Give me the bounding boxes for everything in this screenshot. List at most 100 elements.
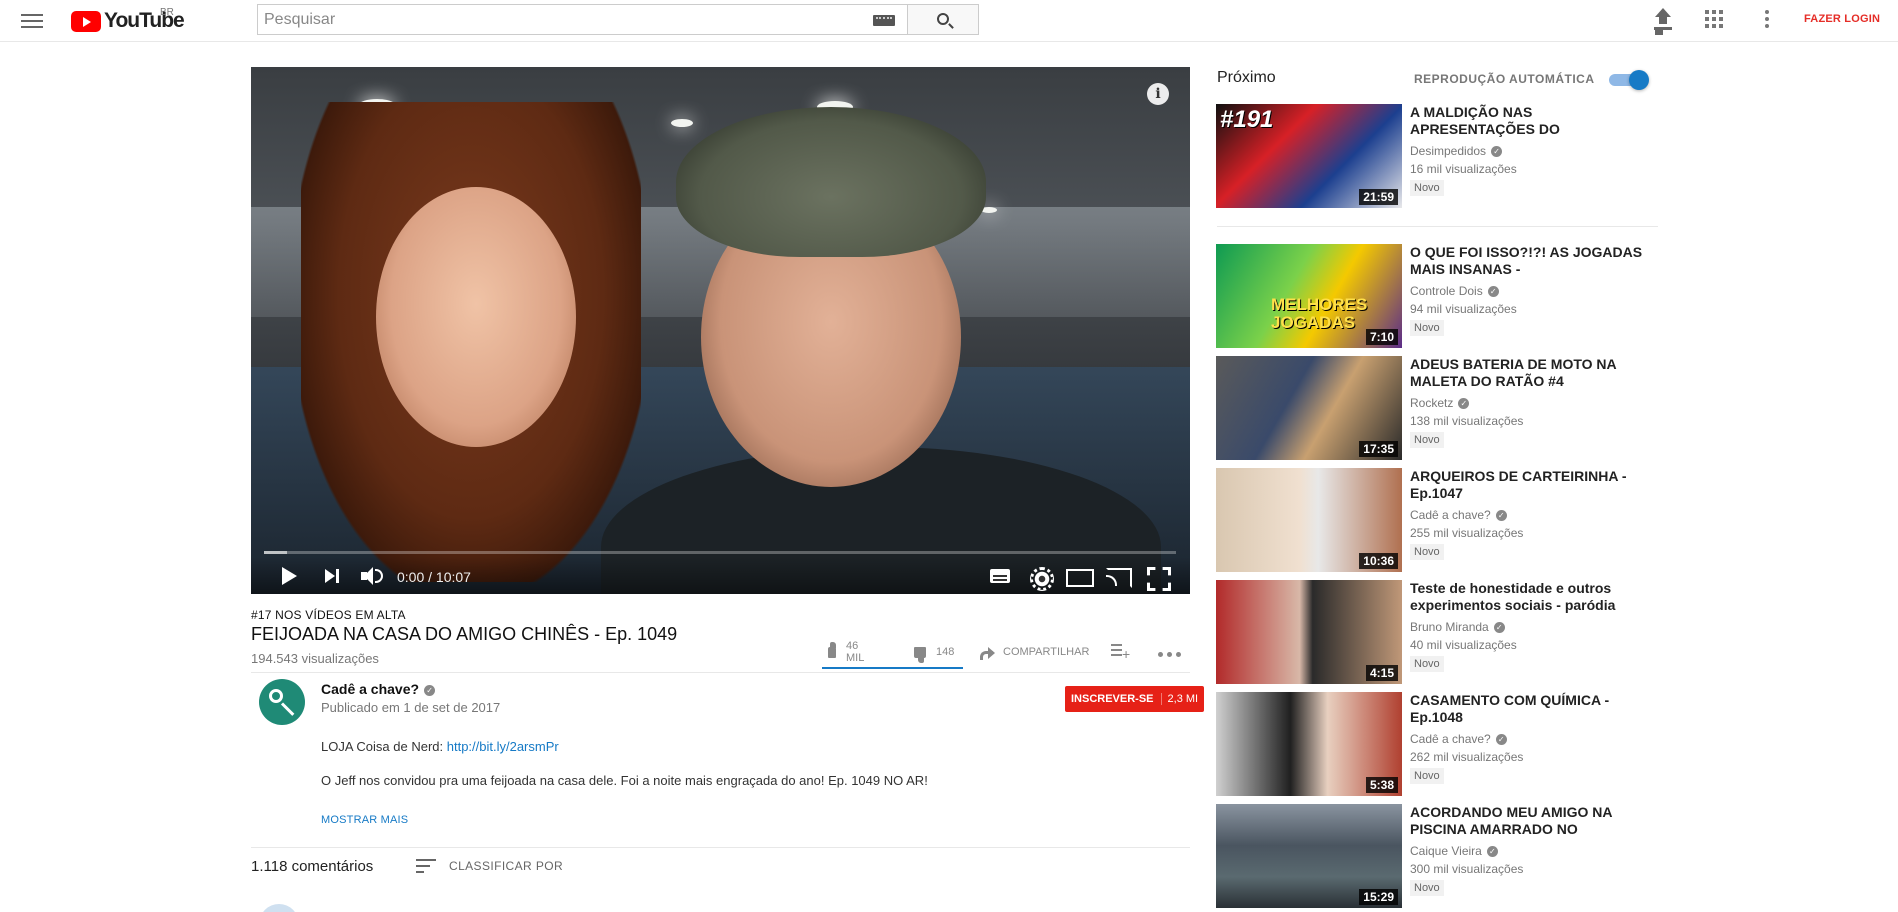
comment-avatar[interactable] — [259, 904, 299, 912]
description-text: O Jeff nos convidou pra uma feijoada na … — [321, 773, 928, 788]
share-icon — [980, 646, 995, 660]
view-count: 94 mil visualizações — [1410, 302, 1517, 316]
video-thumbnail[interactable]: 17:35 — [1216, 356, 1402, 460]
channel-avatar[interactable] — [259, 679, 305, 725]
recommended-video[interactable]: 15:29 ACORDANDO MEU AMIGO NA PISCINA AMA… — [1216, 804, 1666, 908]
video-title[interactable]: CASAMENTO COM QUÍMICA - Ep.1048 — [1410, 692, 1650, 726]
video-frame — [251, 67, 1190, 594]
autoplay-toggle[interactable] — [1609, 70, 1649, 90]
video-duration: 21:59 — [1359, 189, 1398, 205]
cast-icon[interactable] — [1106, 565, 1132, 588]
next-icon[interactable] — [325, 565, 341, 587]
video-duration: 7:10 — [1365, 329, 1398, 345]
view-count: 262 mil visualizações — [1410, 750, 1524, 764]
new-badge: Novo — [1410, 880, 1444, 896]
logo-country-code: BR — [160, 7, 174, 18]
login-button[interactable]: FAZER LOGIN — [1804, 13, 1880, 25]
share-label: COMPARTILHAR — [1003, 646, 1090, 658]
video-title[interactable]: ACORDANDO MEU AMIGO NA PISCINA AMARRADO … — [1410, 804, 1650, 838]
video-thumbnail[interactable]: 4:15 — [1216, 580, 1402, 684]
video-player[interactable]: i 0:00 / 10:07 — [251, 67, 1190, 594]
view-count: 40 mil visualizações — [1410, 638, 1517, 652]
new-badge: Novo — [1410, 544, 1444, 560]
recommended-video[interactable]: #191 21:59 A MALDIÇÃO NAS APRESENTAÇÕES … — [1216, 104, 1666, 208]
thumbs-down-icon — [914, 646, 926, 658]
apps-grid-icon[interactable] — [1705, 10, 1723, 28]
masthead: YouTube BR FAZER LOGIN — [0, 0, 1898, 42]
show-more-button[interactable]: MOSTRAR MAIS — [321, 814, 408, 826]
video-thumbnail[interactable]: 5:38 — [1216, 692, 1402, 796]
publish-date: Publicado em 1 de set de 2017 — [321, 700, 501, 715]
video-thumbnail[interactable]: #191 21:59 — [1216, 104, 1402, 208]
video-title[interactable]: O QUE FOI ISSO?!?! AS JOGADAS MAIS INSAN… — [1410, 244, 1650, 278]
verified-icon: ✓ — [1495, 510, 1507, 521]
up-next-heading: Próximo — [1217, 69, 1276, 86]
subscribe-label: INSCREVER-SE — [1071, 693, 1154, 705]
sentiment-bar — [822, 667, 963, 669]
view-count: 138 mil visualizações — [1410, 414, 1524, 428]
progress-bar[interactable] — [264, 551, 1176, 554]
video-title[interactable]: ARQUEIROS DE CARTEIRINHA - Ep.1047 — [1410, 468, 1650, 502]
youtube-logo[interactable]: YouTube BR — [71, 7, 185, 33]
volume-icon[interactable] — [361, 565, 383, 587]
new-badge: Novo — [1410, 768, 1444, 784]
sort-comments-button[interactable]: CLASSIFICAR POR — [416, 857, 563, 875]
fullscreen-icon[interactable] — [1147, 565, 1167, 587]
verified-icon: ✓ — [424, 685, 436, 696]
youtube-play-icon — [71, 10, 101, 32]
video-thumbnail[interactable]: MELHORES JOGADAS 7:10 — [1216, 244, 1402, 348]
recommended-video[interactable]: 4:15 Teste de honestidade e outros exper… — [1216, 580, 1666, 684]
thumbs-up-icon — [828, 641, 836, 658]
dislike-count: 148 — [936, 646, 955, 658]
search-input[interactable] — [258, 5, 907, 34]
channel-name: Bruno Miranda ✓ — [1410, 620, 1505, 634]
search-button[interactable] — [907, 4, 979, 35]
video-thumbnail[interactable]: 15:29 — [1216, 804, 1402, 908]
verified-icon: ✓ — [1487, 286, 1499, 297]
view-count: 300 mil visualizações — [1410, 862, 1524, 876]
channel-name: Caique Vieira ✓ — [1410, 844, 1498, 858]
subtitles-icon[interactable] — [990, 565, 1010, 587]
like-button[interactable]: 46 MIL — [828, 640, 868, 664]
more-options-icon[interactable] — [1764, 10, 1770, 30]
video-title[interactable]: Teste de honestidade e outros experiment… — [1410, 580, 1650, 614]
settings-gear-icon[interactable] — [1029, 565, 1054, 591]
channel-name: Cadê a chave? ✓ — [1410, 732, 1507, 746]
progress-buffer — [264, 551, 287, 554]
verified-icon: ✓ — [1458, 398, 1470, 409]
recommended-video[interactable]: MELHORES JOGADAS 7:10 O QUE FOI ISSO?!?!… — [1216, 244, 1666, 348]
video-duration: 4:15 — [1365, 665, 1398, 681]
guide-menu-icon[interactable] — [21, 11, 43, 31]
more-actions-icon[interactable] — [1158, 652, 1182, 658]
upload-icon[interactable] — [1652, 8, 1674, 32]
sort-icon — [416, 859, 436, 873]
channel-name: Controle Dois ✓ — [1410, 284, 1499, 298]
description-link[interactable]: http://bit.ly/2arsmPr — [447, 739, 559, 754]
recommended-video[interactable]: 5:38 CASAMENTO COM QUÍMICA - Ep.1048 Cad… — [1216, 692, 1666, 796]
divider — [1217, 226, 1658, 227]
share-button[interactable]: COMPARTILHAR — [980, 640, 1089, 664]
new-badge: Novo — [1410, 180, 1444, 196]
keyboard-icon[interactable] — [873, 15, 895, 26]
subscribe-button[interactable]: INSCREVER-SE 2,3 MI — [1065, 686, 1205, 712]
play-icon[interactable] — [282, 565, 298, 587]
toggle-knob — [1629, 70, 1649, 90]
info-icon[interactable]: i — [1147, 83, 1169, 105]
autoplay-label: REPRODUÇÃO AUTOMÁTICA — [1414, 72, 1595, 86]
recommended-video[interactable]: 17:35 ADEUS BATERIA DE MOTO NA MALETA DO… — [1216, 356, 1666, 460]
verified-icon: ✓ — [1491, 146, 1503, 157]
add-to-playlist-icon[interactable] — [1111, 644, 1130, 661]
theater-mode-icon[interactable] — [1066, 565, 1094, 587]
video-title[interactable]: ADEUS BATERIA DE MOTO NA MALETA DO RATÃO… — [1410, 356, 1650, 390]
recommended-video[interactable]: 10:36 ARQUEIROS DE CARTEIRINHA - Ep.1047… — [1216, 468, 1666, 572]
sentiment-bar-likes — [822, 667, 963, 669]
channel-name[interactable]: Cadê a chave? ✓ — [321, 681, 436, 697]
dislike-button[interactable]: 148 — [914, 640, 954, 664]
search-icon — [937, 13, 949, 25]
channel-name-text: Cadê a chave? — [321, 681, 420, 697]
video-title[interactable]: A MALDIÇÃO NAS APRESENTAÇÕES DO — [1410, 104, 1650, 138]
video-duration: 5:38 — [1365, 777, 1398, 793]
video-thumbnail[interactable]: 10:36 — [1216, 468, 1402, 572]
key-icon — [269, 689, 283, 703]
trending-badge[interactable]: #17 NOS VÍDEOS EM ALTA — [251, 608, 406, 622]
